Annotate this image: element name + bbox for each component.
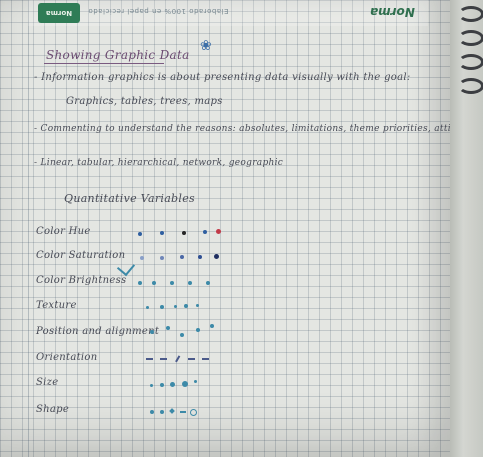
dash-mark — [188, 358, 195, 360]
variable-texture: Texture — [36, 300, 77, 311]
dot-mark — [160, 305, 164, 309]
note-line: - Linear, tabular, hierarchical, network… — [34, 158, 284, 168]
note-line: - Commenting to understand the reasons: … — [34, 124, 478, 134]
note-line: Graphics, tables, trees, maps — [66, 96, 223, 107]
dot-mark — [170, 281, 174, 285]
dot-mark — [138, 281, 142, 285]
title-underline — [44, 63, 164, 64]
note-line: - Information graphics is about presenti… — [34, 72, 411, 83]
dot-mark — [203, 230, 207, 234]
dot-mark — [150, 384, 153, 387]
variables-heading: Quantitative Variables — [64, 192, 195, 205]
dash-mark — [175, 355, 180, 363]
notebook-photo: Norma Elaborado 100% en papel reciclado … — [0, 0, 483, 457]
dash-mark — [160, 358, 167, 360]
dot-mark — [196, 304, 199, 307]
dot-mark — [198, 255, 202, 259]
dash-mark — [202, 358, 209, 360]
dot-mark — [160, 231, 164, 235]
variable-orientation: Orientation — [36, 352, 98, 363]
variable-position-alignment: Position and alignment — [36, 326, 160, 337]
note-title: Showing Graphic Data — [46, 48, 190, 62]
recycled-paper-note: Elaborado 100% en papel reciclado — [88, 7, 229, 15]
variable-color-hue: Color Hue — [36, 226, 91, 237]
dot-mark — [188, 281, 192, 285]
dot-mark — [196, 328, 200, 332]
dot-mark — [182, 381, 188, 387]
dot-mark — [206, 281, 210, 285]
dot-mark — [150, 330, 154, 334]
dot-mark — [180, 333, 184, 337]
dot-mark — [180, 255, 184, 259]
dot-mark — [194, 380, 197, 383]
circle-mark — [190, 409, 197, 416]
diamond-mark — [169, 408, 175, 414]
spiral-ring-icon — [458, 54, 483, 70]
spiral-ring-icon — [458, 6, 483, 22]
doodle-icon: ❀ — [200, 38, 212, 54]
dot-mark — [138, 232, 142, 236]
dot-mark — [184, 304, 188, 308]
dot-mark — [166, 326, 170, 330]
dot-mark — [146, 306, 149, 309]
grid-paper: Norma Elaborado 100% en papel reciclado … — [0, 0, 477, 457]
dot-mark — [210, 324, 214, 328]
brand-logo: Norma — [38, 3, 80, 23]
spiral-ring-icon — [458, 78, 483, 94]
brand-wordmark: Norma — [370, 5, 415, 19]
dot-mark — [150, 410, 154, 414]
dash-mark — [180, 411, 186, 413]
dash-mark — [146, 358, 153, 360]
variable-shape: Shape — [36, 404, 70, 415]
dot-mark — [152, 281, 156, 285]
dot-mark — [160, 256, 164, 260]
variable-color-brightness: Color Brightness — [36, 275, 127, 286]
dot-mark — [182, 231, 186, 235]
dot-mark — [160, 383, 164, 387]
margin-line — [28, 0, 29, 457]
dot-mark — [214, 254, 219, 259]
dot-mark — [160, 410, 164, 414]
dot-mark — [170, 382, 175, 387]
variable-size: Size — [36, 377, 59, 388]
dot-mark — [216, 229, 221, 234]
spiral-ring-icon — [458, 30, 483, 46]
variable-color-saturation: Color Saturation — [36, 250, 126, 261]
dot-mark — [140, 256, 144, 260]
dot-mark — [174, 305, 177, 308]
